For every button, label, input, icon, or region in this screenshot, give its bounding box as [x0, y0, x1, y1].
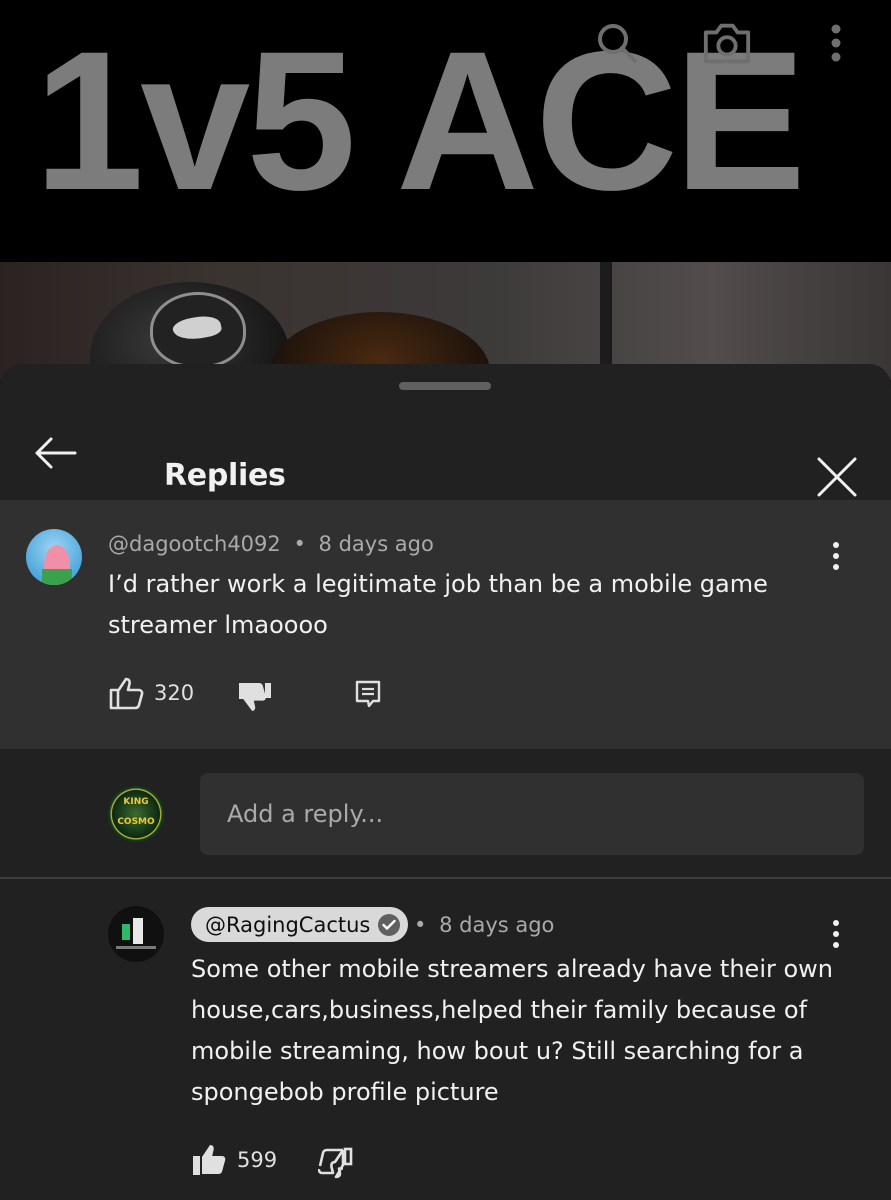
like-count: 320 — [154, 681, 195, 705]
drag-handle[interactable] — [399, 382, 491, 390]
meta-separator: • — [414, 913, 427, 937]
avatar[interactable] — [108, 906, 164, 962]
avatar-text-top: KING — [123, 797, 149, 807]
thumb-down-filled-icon — [239, 683, 271, 711]
video-overlay-text: 1v5 ACE — [34, 10, 806, 231]
chair-logo — [150, 292, 246, 368]
reply-text: Some other mobile streamers already have… — [191, 955, 833, 1106]
search-icon[interactable] — [592, 18, 642, 68]
reply-icon — [355, 680, 381, 708]
user-avatar[interactable]: KING COSMO — [108, 786, 164, 842]
mic-stand — [600, 262, 612, 380]
dislike-button[interactable] — [318, 1146, 354, 1180]
reply-input[interactable]: Add a reply... — [200, 773, 864, 855]
sheet-header: Replies — [0, 394, 891, 500]
camera-icon[interactable] — [702, 18, 752, 68]
comment-meta: @dagootch4092 • 8 days ago — [108, 532, 434, 556]
thumb-up-outline-icon — [109, 677, 144, 710]
like-button[interactable]: 320 — [108, 676, 194, 710]
comment-menu-button[interactable] — [821, 536, 851, 576]
reply-menu-button[interactable] — [821, 914, 851, 954]
like-count: 599 — [237, 1148, 278, 1172]
author-chip[interactable]: @RagingCactus — [191, 907, 409, 942]
more-vert-icon[interactable] — [811, 18, 861, 68]
thumb-down-outline-icon — [318, 1147, 353, 1179]
video-player[interactable]: 1v5 ACE — [0, 0, 891, 380]
avatar[interactable] — [26, 529, 82, 585]
sheet-title: Replies — [164, 458, 286, 493]
close-button[interactable] — [808, 448, 866, 506]
close-icon — [817, 457, 857, 497]
reply-author: @RagingCactus — [205, 912, 371, 937]
reply-button[interactable] — [355, 680, 381, 710]
reply-meta: • 8 days ago — [414, 913, 554, 937]
video-frame — [0, 262, 891, 380]
comment-text: I’d rather work a legitimate job than be… — [108, 570, 768, 639]
divider — [0, 877, 891, 879]
back-button[interactable] — [28, 426, 82, 480]
arrow-left-icon — [35, 437, 77, 469]
like-button[interactable]: 599 — [191, 1143, 277, 1177]
thumb-up-filled-icon — [193, 1145, 226, 1175]
reply-time: 8 days ago — [439, 913, 555, 937]
verified-icon — [378, 913, 401, 936]
cactus-logo-icon — [116, 918, 156, 949]
dislike-button[interactable] — [237, 679, 273, 713]
comment-author[interactable]: @dagootch4092 — [108, 532, 281, 556]
comment-time: 8 days ago — [318, 532, 434, 556]
meta-separator: • — [293, 532, 306, 556]
avatar-text-bottom: COSMO — [117, 817, 155, 827]
